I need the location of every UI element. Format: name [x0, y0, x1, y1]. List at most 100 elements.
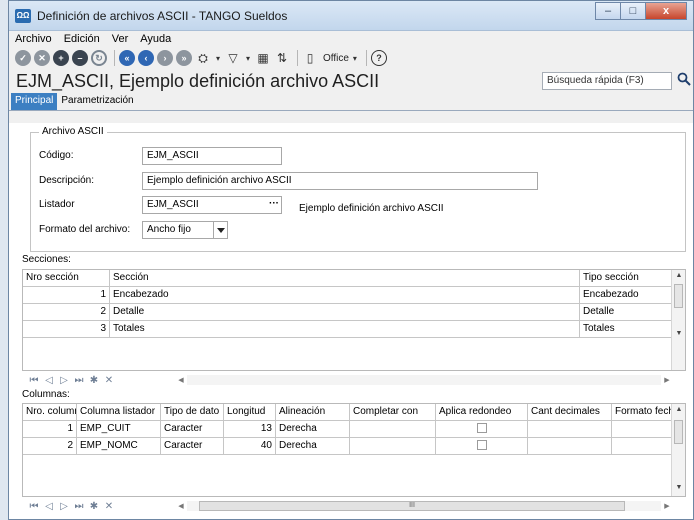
last-icon[interactable]: ⏭ [72, 501, 86, 512]
scroll-up-icon[interactable]: ▲ [672, 406, 685, 413]
vertical-scrollbar[interactable]: ▲ ▼ [671, 404, 685, 496]
minimize-button[interactable]: – [595, 2, 621, 20]
column-header[interactable]: Sección [110, 270, 580, 287]
delete-row-icon[interactable]: ✕ [102, 501, 116, 512]
tipo-cell[interactable]: Detalle [580, 304, 672, 321]
vertical-scrollbar[interactable]: ▲ ▼ [671, 270, 685, 370]
filter-icon[interactable]: ▽ [225, 50, 241, 66]
seccion-cell[interactable]: Detalle [110, 304, 580, 321]
horizontal-scrollbar[interactable]: ◀ III ▶ [175, 500, 673, 512]
column-header[interactable]: Columna listador [77, 404, 161, 421]
next-icon[interactable]: ▷ [57, 501, 71, 512]
dropdown-arrow-icon[interactable]: ▾ [244, 50, 252, 66]
help-icon[interactable]: ? [370, 50, 387, 66]
columna-cell[interactable]: EMP_CUIT [77, 421, 161, 438]
column-header[interactable]: Alineación [276, 404, 350, 421]
completar-cell[interactable] [350, 438, 436, 455]
scroll-left-icon[interactable]: ◀ [175, 502, 187, 510]
redondeo-cell[interactable] [436, 438, 528, 455]
scroll-thumb[interactable] [674, 420, 683, 444]
new-row-icon[interactable]: ✱ [87, 375, 101, 386]
alineacion-cell[interactable]: Derecha [276, 438, 350, 455]
delete-row-icon[interactable]: ✕ [102, 375, 116, 386]
column-header[interactable]: Nro. columna [23, 404, 77, 421]
maximize-button[interactable]: □ [620, 2, 646, 20]
completar-cell[interactable] [350, 421, 436, 438]
menu-ayuda[interactable]: Ayuda [140, 33, 171, 45]
column-header[interactable]: Cant decimales [528, 404, 612, 421]
listador-field[interactable]: EJM_ASCII ··· [142, 196, 282, 214]
quick-search-input[interactable]: Búsqueda rápida (F3) [542, 72, 672, 90]
column-header[interactable]: Formato fecha [612, 404, 674, 421]
chevron-down-icon[interactable] [213, 222, 227, 238]
nro-cell[interactable]: 2 [23, 304, 110, 321]
first-icon[interactable]: ⏮ [27, 501, 41, 512]
seccion-cell[interactable]: Encabezado [110, 287, 580, 304]
descripcion-field[interactable]: Ejemplo definición archivo ASCII [142, 172, 538, 190]
previous-icon[interactable]: ◁ [42, 501, 56, 512]
scroll-down-icon[interactable]: ▼ [672, 484, 685, 491]
close-button[interactable]: x [645, 2, 687, 20]
codigo-field[interactable]: EJM_ASCII [142, 147, 282, 165]
cancel-icon[interactable]: ✕ [34, 50, 50, 66]
seccion-cell[interactable]: Totales [110, 321, 580, 338]
decimales-cell[interactable] [528, 438, 612, 455]
column-header[interactable]: Completar con [350, 404, 436, 421]
column-header[interactable]: Nro sección [23, 270, 110, 287]
tipo-cell[interactable]: Totales [580, 321, 672, 338]
scroll-track[interactable]: III [187, 501, 661, 511]
last-icon[interactable]: ⏭ [72, 375, 86, 386]
horizontal-scrollbar[interactable]: ◀ ▶ [175, 374, 673, 386]
office-button[interactable]: Office [323, 53, 349, 64]
refresh-icon[interactable]: ↻ [91, 50, 107, 66]
scroll-left-icon[interactable]: ◀ [175, 376, 187, 384]
previous-record-icon[interactable]: ‹ [138, 50, 154, 66]
columna-cell[interactable]: EMP_NOMC [77, 438, 161, 455]
nro-cell[interactable]: 3 [23, 321, 110, 338]
redondeo-cell[interactable] [436, 421, 528, 438]
menu-edicion[interactable]: Edición [64, 33, 100, 45]
delete-icon[interactable]: – [72, 50, 88, 66]
formato-cell[interactable] [612, 438, 674, 455]
tipo-cell[interactable]: Caracter [161, 438, 224, 455]
next-record-icon[interactable]: › [157, 50, 173, 66]
menu-archivo[interactable]: Archivo [15, 33, 52, 45]
listador-browse-button[interactable]: ··· [269, 198, 279, 209]
tipo-cell[interactable]: Encabezado [580, 287, 672, 304]
longitud-cell[interactable]: 13 [224, 421, 276, 438]
add-icon[interactable]: + [53, 50, 69, 66]
scroll-thumb[interactable]: III [199, 501, 625, 511]
column-header[interactable]: Tipo sección [580, 270, 672, 287]
dropdown-arrow-icon[interactable]: ▾ [351, 50, 359, 66]
scroll-down-icon[interactable]: ▼ [672, 330, 685, 337]
sort-icon[interactable]: ⇅ [274, 50, 290, 66]
formato-cell[interactable] [612, 421, 674, 438]
tipo-cell[interactable]: Caracter [161, 421, 224, 438]
nro-cell[interactable]: 1 [23, 421, 77, 438]
office-icon[interactable]: ▯ [302, 50, 318, 66]
column-header[interactable]: Longitud [224, 404, 276, 421]
table-row[interactable]: 3 Totales Totales [23, 321, 685, 338]
scroll-right-icon[interactable]: ▶ [661, 376, 673, 384]
scroll-up-icon[interactable]: ▲ [672, 272, 685, 279]
scroll-right-icon[interactable]: ▶ [661, 502, 673, 510]
longitud-cell[interactable]: 40 [224, 438, 276, 455]
table-row[interactable]: 1 EMP_CUIT Caracter 13 Derecha [23, 421, 685, 438]
redondeo-checkbox[interactable] [476, 423, 487, 434]
column-header[interactable]: Aplica redondeo [436, 404, 528, 421]
alineacion-cell[interactable]: Derecha [276, 421, 350, 438]
last-record-icon[interactable]: » [176, 50, 192, 66]
dropdown-arrow-icon[interactable]: ▾ [214, 50, 222, 66]
redondeo-checkbox[interactable] [476, 440, 487, 451]
decimales-cell[interactable] [528, 421, 612, 438]
column-header[interactable]: Tipo de dato [161, 404, 224, 421]
nro-cell[interactable]: 2 [23, 438, 77, 455]
table-row[interactable]: 2 Detalle Detalle [23, 304, 685, 321]
confirm-icon[interactable]: ✓ [15, 50, 31, 66]
search-icon[interactable] [677, 72, 691, 86]
first-icon[interactable]: ⏮ [27, 375, 41, 386]
tab-principal[interactable]: Principal [11, 93, 58, 110]
binoculars-icon[interactable]: ⛭ [195, 50, 211, 66]
menu-ver[interactable]: Ver [112, 33, 129, 45]
table-row[interactable]: 1 Encabezado Encabezado [23, 287, 685, 304]
